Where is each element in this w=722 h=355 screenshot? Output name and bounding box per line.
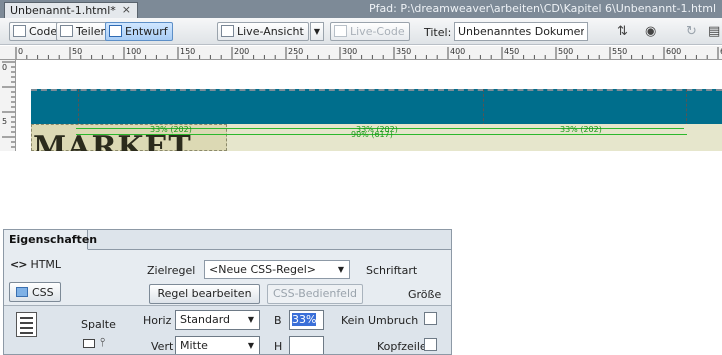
- ruler-label: 400: [450, 47, 465, 56]
- horiz-label: Horiz: [143, 314, 172, 327]
- properties-cell-section: Spalte ⫯ Horiz Standard ▼ Vert Mitte ▼ B…: [4, 307, 451, 354]
- chevron-down-icon: ▼: [247, 341, 254, 350]
- ruler-label: 200: [234, 47, 249, 56]
- css-mode-button[interactable]: CSS: [9, 282, 61, 302]
- width-value: 33%: [292, 313, 317, 326]
- css-icon: [16, 287, 28, 297]
- live-code-button: Live-Code: [330, 22, 410, 41]
- market-heading: MARKET: [33, 130, 192, 152]
- nowrap-checkbox[interactable]: [424, 312, 437, 325]
- preview-browser-icon[interactable]: ◉: [645, 24, 656, 39]
- html-code-icon: <>: [10, 258, 27, 271]
- code-view-label: Code: [29, 25, 58, 38]
- height-input[interactable]: [289, 336, 324, 354]
- vert-align-value: Mitte: [180, 339, 208, 352]
- header-checkbox[interactable]: [424, 338, 437, 351]
- title-label: Titel:: [424, 26, 452, 39]
- target-rule-select[interactable]: <Neue CSS-Regel> ▼: [204, 260, 350, 279]
- ruler-label: 5: [2, 117, 7, 126]
- horiz-align-value: Standard: [180, 313, 231, 326]
- split-view-button[interactable]: Teilen: [56, 22, 113, 41]
- code-view-icon: [13, 25, 26, 37]
- live-code-label: Live-Code: [350, 25, 405, 38]
- width-label: B: [274, 314, 282, 327]
- design-canvas[interactable]: 33% (202) 33% (202) 33% (202) 90% (617) …: [17, 60, 722, 151]
- vertical-ruler-ticks: 05: [2, 61, 15, 148]
- horiz-align-select[interactable]: Standard ▼: [175, 310, 260, 330]
- document-window: Unbenannt-1.html* × Pfad: P:\dreamweaver…: [0, 0, 722, 151]
- properties-top-section: <> HTML CSS Zielregel <Neue CSS-Regel> ▼ …: [4, 250, 451, 306]
- properties-panel: Eigenschaften <> HTML CSS Zielregel <Neue…: [3, 229, 452, 355]
- target-rule-label: Zielregel: [147, 264, 196, 277]
- ruler-label: 550: [612, 47, 627, 56]
- width-input[interactable]: 33%: [289, 310, 324, 330]
- ruler-label: 300: [342, 47, 357, 56]
- split-view-label: Teilen: [76, 25, 108, 38]
- css-panel-button: CSS-Bedienfeld: [267, 284, 363, 304]
- header-label: Kopfzeile: [377, 340, 427, 353]
- css-mode-label: CSS: [32, 286, 54, 299]
- live-view-label: Live-Ansicht: [237, 25, 304, 38]
- ruler-label: 50: [72, 47, 82, 56]
- vert-label: Vert: [151, 340, 174, 353]
- ruler-label: 100: [126, 47, 141, 56]
- split-view-icon: [60, 25, 73, 37]
- design-view-label: Entwurf: [125, 25, 168, 38]
- document-toolbar: Code Teilen Entwurf Live-Ansicht ▼ Live-…: [0, 18, 722, 45]
- target-rule-value: <Neue CSS-Regel>: [209, 263, 317, 276]
- properties-panel-tab[interactable]: Eigenschaften: [4, 230, 97, 250]
- design-view-button[interactable]: Entwurf: [105, 22, 173, 41]
- size-label: Größe: [408, 288, 442, 301]
- ruler-label: 500: [558, 47, 573, 56]
- table-cell-divider[interactable]: [483, 89, 485, 126]
- table-cell-divider[interactable]: [686, 89, 688, 126]
- view-options-icon[interactable]: ▤: [708, 24, 720, 39]
- column-icon: [16, 312, 37, 337]
- refresh-icon[interactable]: ↻: [686, 24, 697, 39]
- document-tab[interactable]: Unbenannt-1.html* ×: [4, 2, 138, 18]
- live-code-icon: [334, 25, 347, 37]
- live-view-dropdown[interactable]: ▼: [310, 22, 324, 41]
- ruler-label: 150: [180, 47, 195, 56]
- html-mode-button[interactable]: <> HTML: [10, 258, 61, 271]
- design-view-icon: [109, 25, 122, 37]
- chevron-down-icon: ▼: [247, 315, 254, 324]
- code-view-button[interactable]: Code: [9, 22, 63, 41]
- chevron-down-icon: ▼: [337, 265, 344, 274]
- header-table-row[interactable]: [31, 89, 722, 124]
- vertical-ruler[interactable]: 05: [0, 60, 16, 151]
- ruler-label: 450: [504, 47, 519, 56]
- nowrap-label: Kein Umbruch: [341, 314, 419, 327]
- horizontal-ruler-ticks: 050100150200250300350400450500550600650: [15, 47, 722, 59]
- merge-cells-icon[interactable]: [83, 339, 95, 348]
- table-cell-divider[interactable]: [78, 89, 80, 126]
- table-width-label[interactable]: 90% (617): [351, 129, 393, 141]
- document-tab-bar: Unbenannt-1.html* × Pfad: P:\dreamweaver…: [0, 0, 722, 18]
- file-management-icon[interactable]: ⇅: [617, 24, 628, 39]
- edit-rule-button[interactable]: Regel bearbeiten: [149, 284, 260, 304]
- font-label: Schriftart: [366, 264, 418, 277]
- document-title-input[interactable]: [454, 22, 588, 41]
- ruler-label: 350: [396, 47, 411, 56]
- live-view-button[interactable]: Live-Ansicht: [217, 22, 309, 41]
- html-mode-label: HTML: [30, 258, 62, 271]
- close-tab-icon[interactable]: ×: [122, 3, 131, 16]
- ruler-label: 250: [288, 47, 303, 56]
- ruler-label: 600: [666, 47, 681, 56]
- vert-align-select[interactable]: Mitte ▼: [175, 336, 260, 354]
- live-view-icon: [221, 25, 234, 37]
- document-path: Pfad: P:\dreamweaver\arbeiten\CD\Kapitel…: [368, 2, 716, 15]
- ruler-label: 0: [2, 63, 7, 72]
- column-label: Spalte: [81, 318, 116, 331]
- split-cell-icon[interactable]: ⫯: [100, 335, 105, 350]
- document-tab-title: Unbenannt-1.html*: [10, 4, 116, 17]
- height-label: H: [274, 340, 283, 353]
- horizontal-ruler[interactable]: 050100150200250300350400450500550600650: [0, 46, 722, 60]
- ruler-label: 0: [18, 47, 23, 56]
